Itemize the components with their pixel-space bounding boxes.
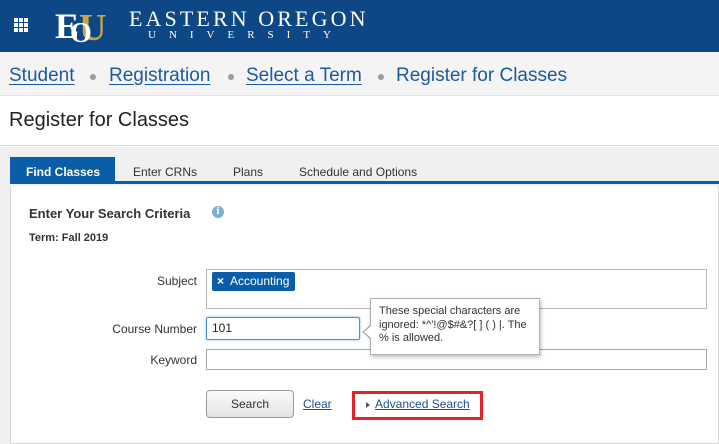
subject-chip: × Accounting (212, 272, 296, 291)
top-header: E U O EASTERN OREGON UNIVERSITY (0, 0, 719, 52)
breadcrumb-current: Register for Classes (396, 65, 568, 86)
tab-find-classes[interactable]: Find Classes (10, 157, 115, 184)
keyword-label: Keyword (150, 353, 197, 367)
special-characters-tooltip: These special characters are ignored: *^… (370, 298, 540, 355)
page-title: Register for Classes (9, 109, 190, 131)
course-number-input[interactable]: 101 (206, 317, 360, 340)
tab-enter-crns[interactable]: Enter CRNs (133, 157, 197, 184)
search-button[interactable]: Search (206, 390, 294, 418)
advanced-search-link[interactable]: Advanced Search (375, 397, 470, 411)
subject-chip-label: Accounting (230, 274, 290, 288)
university-subtitle: UNIVERSITY (148, 29, 344, 41)
breadcrumb-select-term[interactable]: Select a Term (246, 65, 362, 87)
eou-logo[interactable]: E U O (53, 4, 113, 48)
remove-chip-icon[interactable]: × (217, 272, 224, 291)
info-icon[interactable]: i (212, 206, 224, 218)
breadcrumb-separator (228, 74, 234, 80)
course-number-label: Course Number (112, 322, 197, 336)
tab-schedule-options[interactable]: Schedule and Options (299, 157, 417, 184)
tooltip-arrow-inner (364, 326, 371, 338)
grid-icon[interactable] (14, 18, 28, 32)
svg-text:O: O (70, 18, 92, 48)
title-bar: Register for Classes (0, 97, 719, 146)
breadcrumb: Student Registration Select a Term Regis… (0, 52, 719, 96)
breadcrumb-separator (90, 74, 96, 80)
tab-plans[interactable]: Plans (233, 157, 263, 184)
breadcrumb-registration[interactable]: Registration (109, 65, 210, 87)
breadcrumb-student[interactable]: Student (9, 65, 75, 87)
term-label: Term: Fall 2019 (29, 232, 109, 244)
subject-label: Subject (156, 274, 197, 288)
clear-link[interactable]: Clear (303, 397, 332, 411)
breadcrumb-separator (378, 74, 384, 80)
section-title: Enter Your Search Criteria (29, 206, 191, 221)
caret-right-icon (366, 402, 370, 408)
